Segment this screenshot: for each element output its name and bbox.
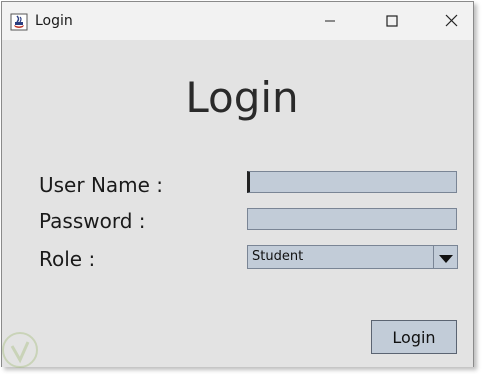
username-field[interactable] xyxy=(247,171,457,193)
minimize-button[interactable] xyxy=(301,2,359,40)
password-label: Password : xyxy=(39,209,146,233)
maximize-icon xyxy=(386,12,398,31)
close-button[interactable] xyxy=(422,2,480,40)
login-window: Login Login User Name : Password : Role … xyxy=(1,1,474,367)
triangle-down-icon xyxy=(438,248,453,267)
form-panel: Login User Name : Password : Role : Stud… xyxy=(2,40,473,367)
title-bar[interactable]: Login xyxy=(2,2,473,40)
login-button[interactable]: Login xyxy=(371,320,457,354)
dropdown-arrow-button[interactable] xyxy=(433,246,457,268)
username-label: User Name : xyxy=(39,173,164,197)
close-icon xyxy=(445,12,458,31)
page-title: Login xyxy=(185,73,299,122)
role-selected-value: Student xyxy=(252,249,304,264)
watermark-logo-icon xyxy=(0,330,40,370)
role-select[interactable]: Student xyxy=(247,245,458,269)
minimize-icon xyxy=(324,12,336,31)
password-field[interactable] xyxy=(247,208,457,230)
window-title: Login xyxy=(35,13,73,29)
java-cup-icon xyxy=(10,13,28,31)
maximize-button[interactable] xyxy=(363,2,421,40)
role-label: Role : xyxy=(39,247,96,271)
